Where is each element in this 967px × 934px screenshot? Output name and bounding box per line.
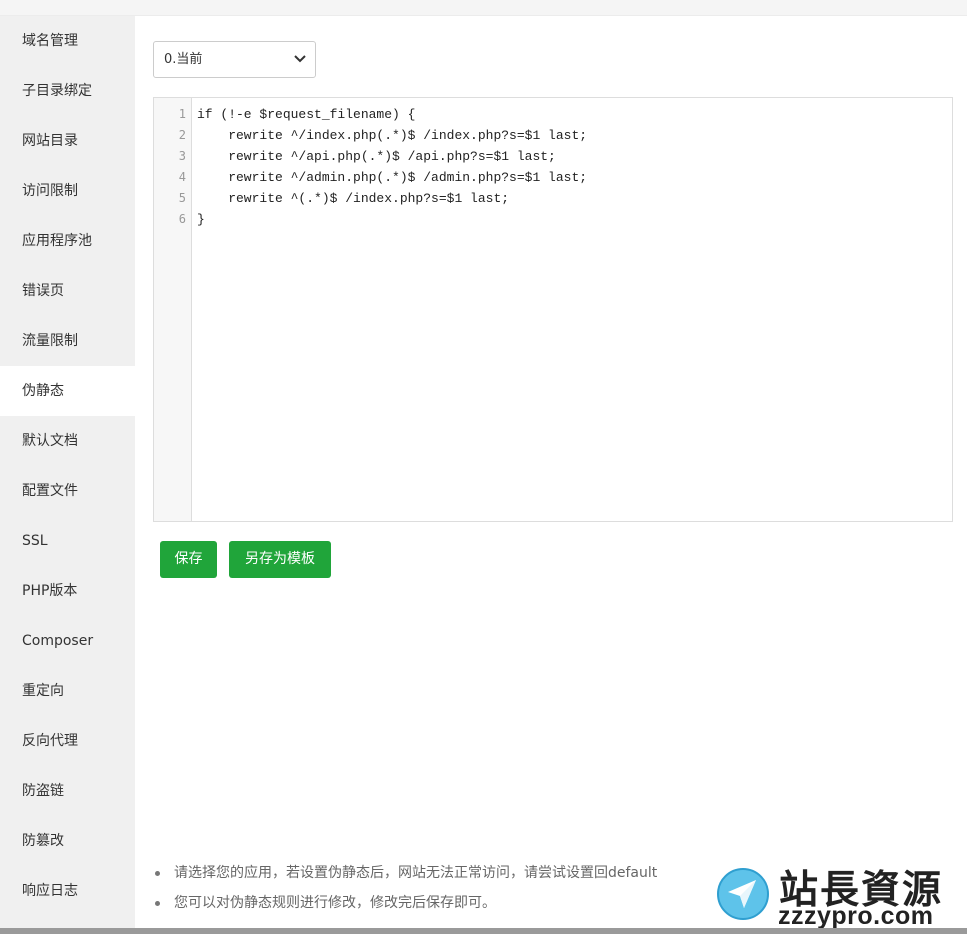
line-number: 6 [178, 212, 186, 226]
chevron-down-icon [294, 55, 306, 63]
bottom-strip [0, 928, 967, 934]
sidebar-item-response-log[interactable]: 响应日志 [0, 866, 135, 916]
code-content[interactable]: if (!-e $request_filename) { rewrite ^/i… [197, 104, 952, 230]
save-button[interactable]: 保存 [160, 541, 217, 578]
sidebar-item-config-file[interactable]: 配置文件 [0, 466, 135, 516]
sidebar-item-composer[interactable]: Composer [0, 616, 135, 666]
sidebar-item-site-directory[interactable]: 网站目录 [0, 116, 135, 166]
top-bar [0, 0, 967, 16]
line-number: 2 [178, 128, 186, 142]
code-line[interactable]: rewrite ^/admin.php(.*)$ /admin.php?s=$1… [197, 167, 952, 188]
settings-sidebar: 域名管理 子目录绑定 网站目录 访问限制 应用程序池 错误页 流量限制 伪静态 … [0, 16, 135, 934]
rewrite-template-select[interactable]: 0.当前 [153, 41, 316, 78]
paper-plane-logo-icon [717, 868, 769, 920]
code-line[interactable]: rewrite ^/api.php(.*)$ /api.php?s=$1 las… [197, 146, 952, 167]
sidebar-item-ssl[interactable]: SSL [0, 516, 135, 566]
line-number-gutter: 1 2 3 4 5 6 [154, 98, 192, 521]
tip-item: 请选择您的应用，若设置伪静态后，网站无法正常访问，请尝试设置回default [153, 858, 753, 888]
code-line[interactable]: rewrite ^/index.php(.*)$ /index.php?s=$1… [197, 125, 952, 146]
rewrite-code-editor[interactable]: 1 2 3 4 5 6 if (!-e $request_filename) {… [153, 97, 953, 522]
sidebar-item-subdirectory[interactable]: 子目录绑定 [0, 66, 135, 116]
rewrite-template-selected: 0.当前 [164, 52, 203, 67]
code-line[interactable]: if (!-e $request_filename) { [197, 104, 952, 125]
site-watermark: 站長資源 zzzypro.com [712, 862, 962, 932]
sidebar-item-rewrite[interactable]: 伪静态 [0, 366, 135, 416]
sidebar-item-error-page[interactable]: 错误页 [0, 266, 135, 316]
sidebar-item-reverse-proxy[interactable]: 反向代理 [0, 716, 135, 766]
help-tips: 请选择您的应用，若设置伪静态后，网站无法正常访问，请尝试设置回default 您… [153, 858, 753, 918]
watermark-text-en: zzzypro.com [778, 902, 934, 930]
sidebar-item-tamper-proof[interactable]: 防篡改 [0, 816, 135, 866]
sidebar-item-app-pool[interactable]: 应用程序池 [0, 216, 135, 266]
sidebar-item-domain[interactable]: 域名管理 [0, 16, 135, 66]
sidebar-item-traffic-limit[interactable]: 流量限制 [0, 316, 135, 366]
sidebar-item-hotlink-protection[interactable]: 防盗链 [0, 766, 135, 816]
code-line[interactable]: } [197, 209, 952, 230]
code-line[interactable]: rewrite ^(.*)$ /index.php?s=$1 last; [197, 188, 952, 209]
sidebar-item-access-limit[interactable]: 访问限制 [0, 166, 135, 216]
line-number: 4 [178, 170, 186, 184]
save-as-template-button[interactable]: 另存为模板 [229, 541, 331, 578]
sidebar-item-php-version[interactable]: PHP版本 [0, 566, 135, 616]
sidebar-item-default-document[interactable]: 默认文档 [0, 416, 135, 466]
line-number: 5 [178, 191, 186, 205]
sidebar-item-redirect[interactable]: 重定向 [0, 666, 135, 716]
line-number: 1 [178, 107, 186, 121]
tip-item: 您可以对伪静态规则进行修改，修改完后保存即可。 [153, 888, 753, 918]
rewrite-panel: 0.当前 1 2 3 4 5 6 if (!-e $request_filena… [135, 16, 967, 934]
line-number: 3 [178, 149, 186, 163]
